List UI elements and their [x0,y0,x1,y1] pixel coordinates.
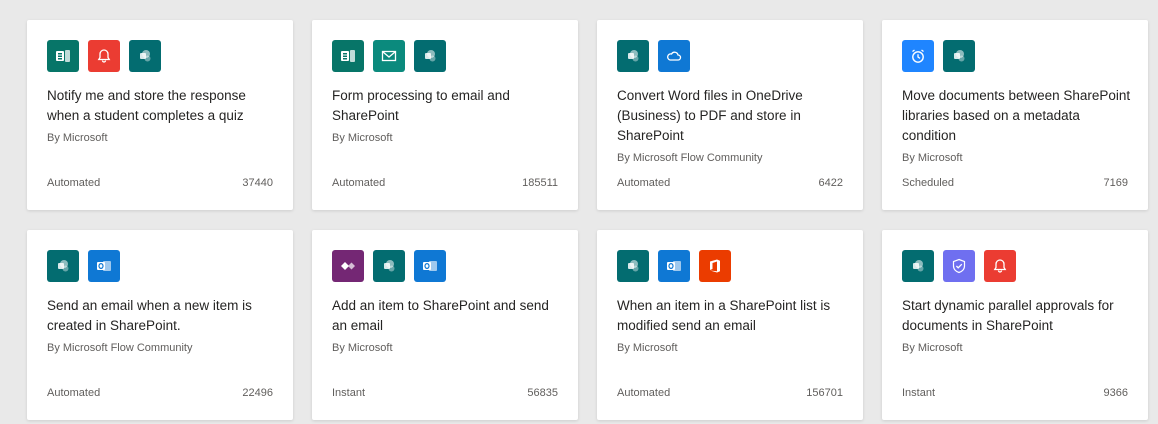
template-title: When an item in a SharePoint list is mod… [617,296,847,356]
template-title: Move documents between SharePoint librar… [902,86,1132,166]
template-usage-count: 156701 [806,387,843,399]
connector-icons [617,40,690,72]
template-author: By Microsoft [617,342,678,354]
template-title-text: Convert Word files in OneDrive (Business… [617,88,803,143]
template-card[interactable]: Add an item to SharePoint and send an em… [312,230,578,420]
mail-icon [373,40,405,72]
approvals-icon [943,250,975,282]
template-type: Automated [617,177,671,189]
office365-icon [699,250,731,282]
template-footer: Automated 6422 [617,176,843,190]
template-type: Instant [332,387,366,399]
template-title-text: Add an item to SharePoint and send an em… [332,298,549,333]
template-title: Form processing to email and SharePoint … [332,86,562,146]
sharepoint-icon [129,40,161,72]
template-card[interactable]: Notify me and store the response when a … [27,20,293,210]
template-type: Automated [47,177,101,189]
sharepoint-icon [902,250,934,282]
template-footer: Instant 56835 [332,386,558,400]
connector-icons [332,250,446,282]
template-title-text: When an item in a SharePoint list is mod… [617,298,831,333]
template-author: By Microsoft [332,342,393,354]
notification-icon [984,250,1016,282]
schedule-icon [902,40,934,72]
template-card[interactable]: Convert Word files in OneDrive (Business… [597,20,863,210]
template-type: Automated [332,177,386,189]
template-usage-count: 22496 [242,387,273,399]
template-type: Scheduled [902,177,954,189]
template-title-text: Move documents between SharePoint librar… [902,88,1131,143]
connector-icons [332,40,446,72]
connector-icons [47,250,120,282]
forms-icon [47,40,79,72]
template-card[interactable]: When an item in a SharePoint list is mod… [597,230,863,420]
outlook-icon [414,250,446,282]
connector-icons [902,40,975,72]
sharepoint-icon [414,40,446,72]
template-footer: Automated 185511 [332,176,558,190]
template-author: By Microsoft [47,132,108,144]
outlook-icon [658,250,690,282]
template-usage-count: 37440 [242,177,273,189]
template-usage-count: 185511 [522,177,558,189]
template-title: Start dynamic parallel approvals for doc… [902,296,1132,356]
sharepoint-icon [617,40,649,72]
template-type: Automated [617,387,671,399]
template-card[interactable]: Form processing to email and SharePoint … [312,20,578,210]
template-author: By Microsoft Flow Community [47,342,193,354]
template-author: By Microsoft [332,132,393,144]
sharepoint-icon [617,250,649,282]
sharepoint-icon [943,40,975,72]
template-footer: Instant 9366 [902,386,1128,400]
notification-icon [88,40,120,72]
template-card[interactable]: Send an email when a new item is created… [27,230,293,420]
connector-icons [902,250,1016,282]
template-footer: Automated 22496 [47,386,273,400]
outlook-icon [88,250,120,282]
onedrive-icon [658,40,690,72]
sharepoint-icon [47,250,79,282]
template-type: Instant [902,387,936,399]
template-title-text: Notify me and store the response when a … [47,88,246,123]
template-grid: Notify me and store the response when a … [27,20,1148,420]
template-footer: Automated 156701 [617,386,843,400]
sharepoint-icon [373,250,405,282]
template-card[interactable]: Start dynamic parallel approvals for doc… [882,230,1148,420]
template-usage-count: 9366 [1103,387,1128,399]
template-usage-count: 56835 [527,387,558,399]
template-title-text: Start dynamic parallel approvals for doc… [902,298,1114,333]
template-usage-count: 7169 [1103,177,1128,189]
template-type: Automated [47,387,101,399]
template-author: By Microsoft [902,342,963,354]
template-title: Add an item to SharePoint and send an em… [332,296,562,356]
template-title: Send an email when a new item is created… [47,296,277,356]
template-footer: Automated 37440 [47,176,273,190]
connector-icons [617,250,731,282]
template-title-text: Form processing to email and SharePoint [332,88,510,123]
template-card[interactable]: Move documents between SharePoint librar… [882,20,1148,210]
template-author: By Microsoft Flow Community [617,152,763,164]
template-author: By Microsoft [902,152,963,164]
template-usage-count: 6422 [818,177,843,189]
template-footer: Scheduled 7169 [902,176,1128,190]
connector-icons [47,40,161,72]
template-title: Convert Word files in OneDrive (Business… [617,86,847,166]
template-title-text: Send an email when a new item is created… [47,298,252,333]
template-title: Notify me and store the response when a … [47,86,277,146]
forms-icon [332,40,364,72]
powerapps-icon [332,250,364,282]
